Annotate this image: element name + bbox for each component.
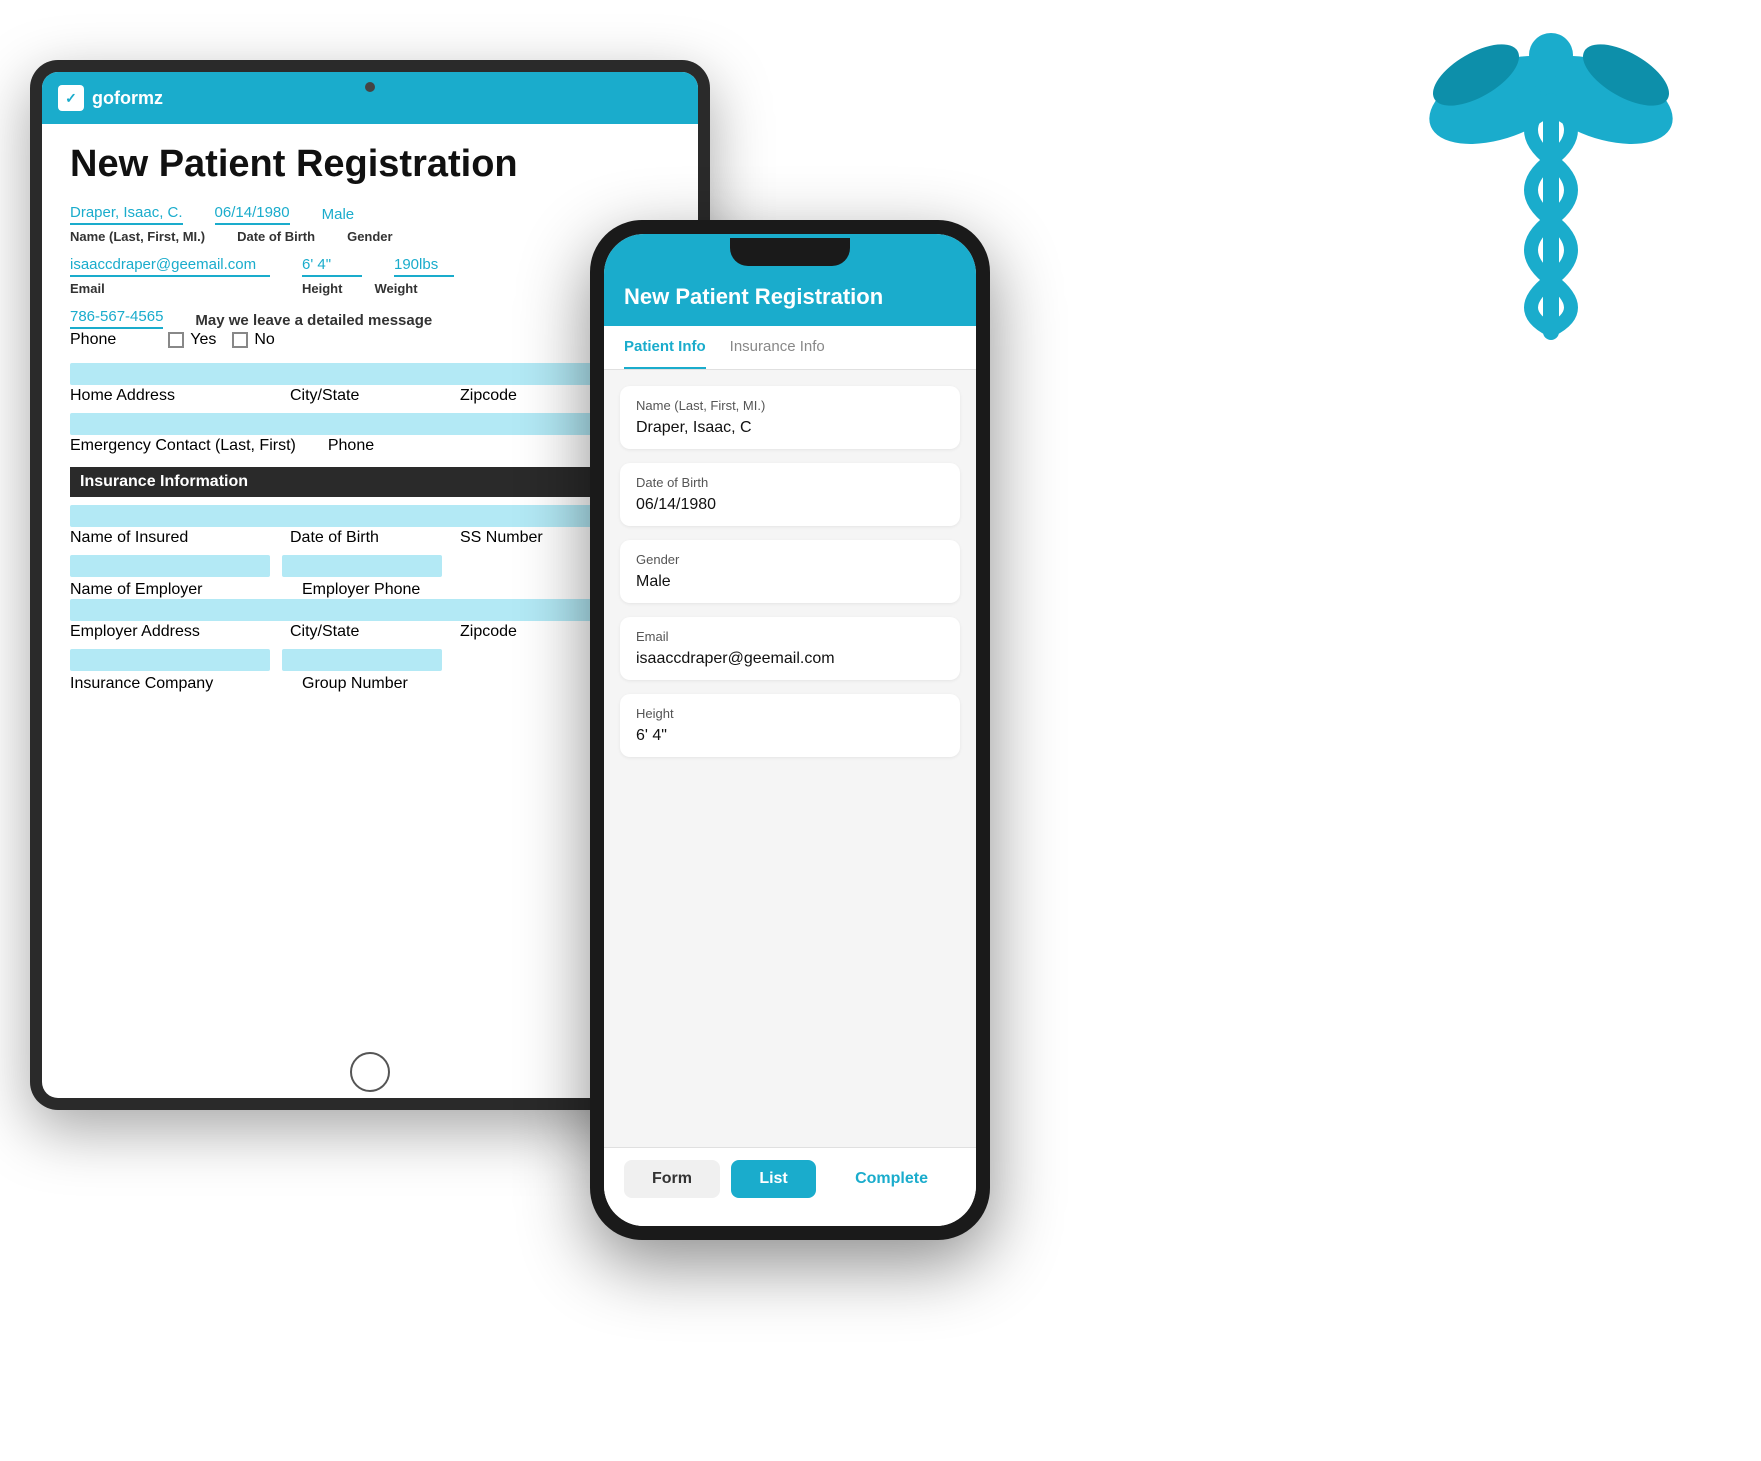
address-bar xyxy=(70,363,670,385)
employer-labels: Name of Employer Employer Phone xyxy=(70,581,670,599)
gender-field: Male xyxy=(322,206,382,225)
phone-notch xyxy=(730,238,850,266)
employer-bars xyxy=(70,555,670,579)
tab-patient-info[interactable]: Patient Info xyxy=(624,326,706,369)
insured-labels: Name of Insured Date of Birth SS Number xyxy=(70,529,670,547)
brand-name: goformz xyxy=(92,88,163,109)
phone-body: Name (Last, First, MI.) Draper, Isaac, C… xyxy=(604,370,976,1147)
employer-address-bar xyxy=(70,599,670,621)
gender-label: Gender xyxy=(347,229,393,244)
phone-height-label: Height xyxy=(636,706,944,721)
emergency-bar xyxy=(70,413,670,435)
complete-button[interactable]: Complete xyxy=(827,1160,956,1198)
address-labels: Home Address City/State Zipcode xyxy=(70,387,670,405)
email-field: isaaccdraper@geemail.com xyxy=(70,256,270,277)
height-value: 6' 4" xyxy=(302,256,362,277)
emergency-phone-label: Phone xyxy=(328,437,374,455)
gender-value: Male xyxy=(322,206,382,225)
phone-name-label: Name (Last, First, MI.) xyxy=(636,398,944,413)
yes-checkbox[interactable] xyxy=(168,332,184,348)
employer-name-bar xyxy=(70,555,270,577)
height-label-group: Height xyxy=(302,279,342,296)
tablet-header: ✓ goformz xyxy=(42,72,698,124)
group-number-bar xyxy=(282,649,442,671)
tablet-camera xyxy=(365,82,375,92)
email-label-group: Email xyxy=(70,279,270,296)
phone-field-gender: Gender Male xyxy=(620,540,960,603)
emergency-contact-label: Emergency Contact (Last, First) xyxy=(70,437,296,455)
no-label: No xyxy=(254,331,274,349)
phone-email-value: isaaccdraper@geemail.com xyxy=(636,650,944,668)
phone-field-email: Email isaaccdraper@geemail.com xyxy=(620,617,960,680)
emergency-labels: Emergency Contact (Last, First) Phone xyxy=(70,437,670,455)
dob-label: Date of Birth xyxy=(237,229,315,244)
gender-label-group: Gender xyxy=(347,227,393,244)
employer-name-label: Name of Employer xyxy=(70,581,270,599)
name-label-group: Name (Last, First, MI.) xyxy=(70,227,205,244)
employer-phone-bar xyxy=(282,555,442,577)
name-label: Name (Last, First, MI.) xyxy=(70,229,205,244)
city-state-label: City/State xyxy=(290,387,460,405)
insurance-company-label: Insurance Company xyxy=(70,675,270,693)
dob-value: 06/14/1980 xyxy=(215,204,290,225)
phone-footer: Form List Complete xyxy=(604,1147,976,1226)
height-label: Height xyxy=(302,281,342,296)
insurance-section-header: Insurance Information xyxy=(70,467,670,497)
phone: New Patient Registration Patient Info In… xyxy=(590,220,990,1240)
form-title: New Patient Registration xyxy=(70,144,670,186)
phone-label: Phone xyxy=(70,331,116,349)
no-checkbox[interactable] xyxy=(232,332,248,348)
weight-value: 190lbs xyxy=(394,256,454,277)
yes-label: Yes xyxy=(190,331,216,349)
height-field: 6' 4" xyxy=(302,256,362,277)
phone-value: 786-567-4565 xyxy=(70,308,163,329)
phone-height-value: 6' 4" xyxy=(636,727,944,745)
phone-field: 786-567-4565 xyxy=(70,308,163,329)
list-button[interactable]: List xyxy=(731,1160,815,1198)
home-address-label: Home Address xyxy=(70,387,290,405)
email-label: Email xyxy=(70,281,270,296)
form-button[interactable]: Form xyxy=(624,1160,720,1198)
weight-label: Weight xyxy=(374,281,417,296)
goformz-icon: ✓ xyxy=(58,85,84,111)
phone-tabs[interactable]: Patient Info Insurance Info xyxy=(604,326,976,370)
email-value: isaaccdraper@geemail.com xyxy=(70,256,270,277)
phone-gender-value: Male xyxy=(636,573,944,591)
dob-field: 06/14/1980 xyxy=(215,204,290,225)
employer-address-label: Employer Address xyxy=(70,623,290,641)
phone-title: New Patient Registration xyxy=(624,284,956,310)
insurance-company-bar xyxy=(70,649,270,671)
phone-screen: New Patient Registration Patient Info In… xyxy=(604,234,976,1226)
employer-phone-label: Employer Phone xyxy=(302,581,420,599)
name-value: Draper, Isaac, C. xyxy=(70,204,183,225)
caduceus-icon xyxy=(1421,20,1681,380)
phone-field-dob: Date of Birth 06/14/1980 xyxy=(620,463,960,526)
group-number-label: Group Number xyxy=(302,675,408,693)
phone-email-label: Email xyxy=(636,629,944,644)
ins-city-state-label: City/State xyxy=(290,623,460,641)
phone-name-value: Draper, Isaac, C xyxy=(636,419,944,437)
yes-option[interactable]: Yes xyxy=(168,331,216,349)
ins-dob-label: Date of Birth xyxy=(290,529,460,547)
no-option[interactable]: No xyxy=(232,331,274,349)
tab-insurance-info[interactable]: Insurance Info xyxy=(730,326,825,369)
name-field: Draper, Isaac, C. xyxy=(70,204,183,225)
phone-dob-label: Date of Birth xyxy=(636,475,944,490)
phone-field-name: Name (Last, First, MI.) Draper, Isaac, C xyxy=(620,386,960,449)
name-insured-label: Name of Insured xyxy=(70,529,290,547)
dob-label-group: Date of Birth xyxy=(237,227,315,244)
insurance-company-bars xyxy=(70,649,670,673)
goformz-logo: ✓ goformz xyxy=(58,85,163,111)
tablet-home-button[interactable] xyxy=(350,1052,390,1092)
phone-dob-value: 06/14/1980 xyxy=(636,496,944,514)
phone-field-height: Height 6' 4" xyxy=(620,694,960,757)
weight-field: 190lbs xyxy=(394,256,454,277)
insurance-company-labels: Insurance Company Group Number xyxy=(70,675,670,693)
weight-label-group: Weight xyxy=(374,279,417,296)
phone-gender-label: Gender xyxy=(636,552,944,567)
insured-bar xyxy=(70,505,670,527)
may-message-label: May we leave a detailed message xyxy=(195,312,432,329)
employer-address-labels: Employer Address City/State Zipcode xyxy=(70,623,670,641)
